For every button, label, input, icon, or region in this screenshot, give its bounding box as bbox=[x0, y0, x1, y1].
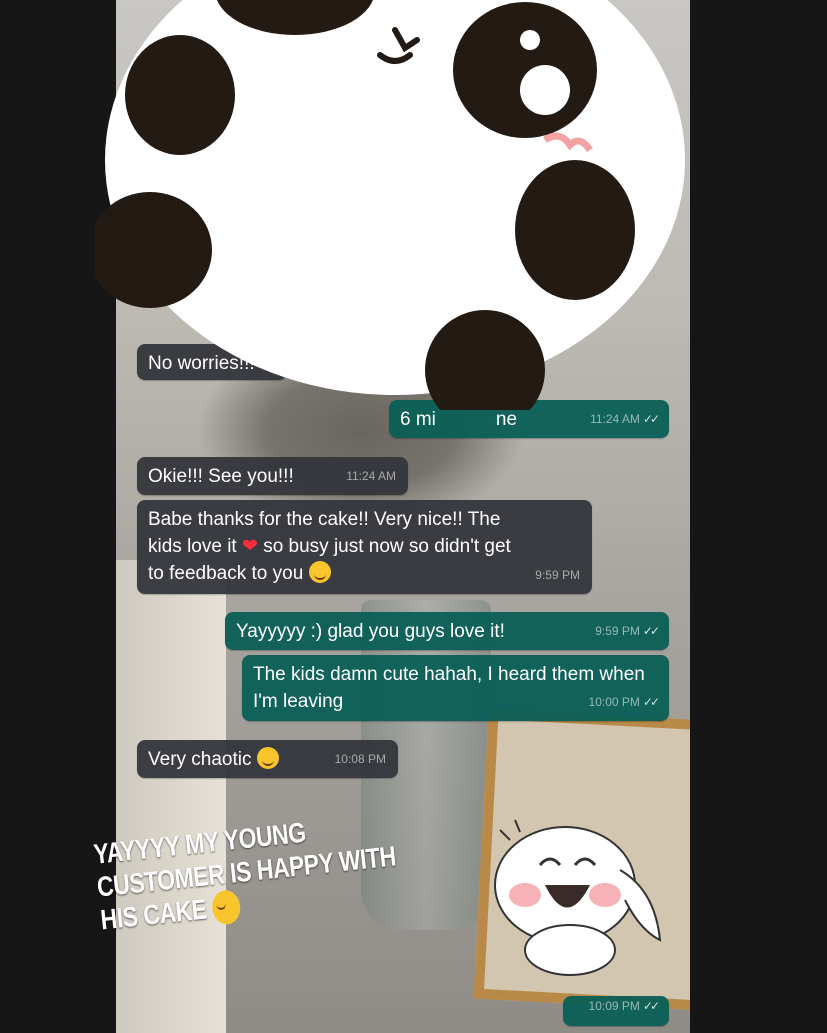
panda-sticker[interactable] bbox=[95, 0, 695, 410]
message-bubble-incoming: Very chaotic 10:08 PM bbox=[137, 740, 398, 778]
message-time: 10:08 PM bbox=[334, 752, 386, 766]
double-check-icon: ✓✓ bbox=[642, 999, 660, 1013]
message-text-tail: ne bbox=[495, 409, 518, 430]
message-text: Okie!!! See you!!! bbox=[148, 466, 294, 487]
tears-of-joy-emoji bbox=[256, 747, 279, 769]
background-chair bbox=[116, 560, 226, 1033]
sweat-smile-emoji bbox=[308, 561, 331, 583]
relieved-face-emoji bbox=[210, 888, 242, 926]
message-text: 6 mi bbox=[400, 409, 436, 430]
message-bubble-incoming: Okie!!! See you!!! 11:24 AM bbox=[137, 457, 408, 495]
double-check-icon: ✓✓ bbox=[642, 624, 660, 638]
red-heart-emoji: ❤ bbox=[241, 536, 258, 557]
message-text: The kids damn cute hahah, I heard them w… bbox=[253, 664, 645, 712]
message-time: 9:59 PM ✓✓ bbox=[595, 624, 660, 638]
laughing-bunny-sticker[interactable] bbox=[480, 810, 665, 980]
message-time: 11:24 AM bbox=[346, 469, 396, 483]
message-bubble-outgoing: Yayyyyy :) glad you guys love it! 9:59 P… bbox=[225, 612, 669, 650]
message-time: 10:09 PM ✓✓ bbox=[588, 999, 661, 1013]
message-bubble-incoming: Babe thanks for the cake!! Very nice!! T… bbox=[137, 500, 592, 594]
message-text: Very chaotic bbox=[148, 749, 252, 770]
message-bubble-outgoing: 10:09 PM ✓✓ bbox=[563, 996, 669, 1026]
double-check-icon: ✓✓ bbox=[642, 695, 660, 709]
double-check-icon: ✓✓ bbox=[642, 412, 660, 426]
message-bubble-outgoing: The kids damn cute hahah, I heard them w… bbox=[242, 655, 669, 721]
message-time: 10:00 PM ✓✓ bbox=[588, 695, 661, 709]
message-text: Yayyyyy :) glad you guys love it! bbox=[236, 621, 505, 642]
message-time: 11:24 AM ✓✓ bbox=[590, 412, 660, 426]
message-time: 9:59 PM bbox=[535, 568, 580, 582]
